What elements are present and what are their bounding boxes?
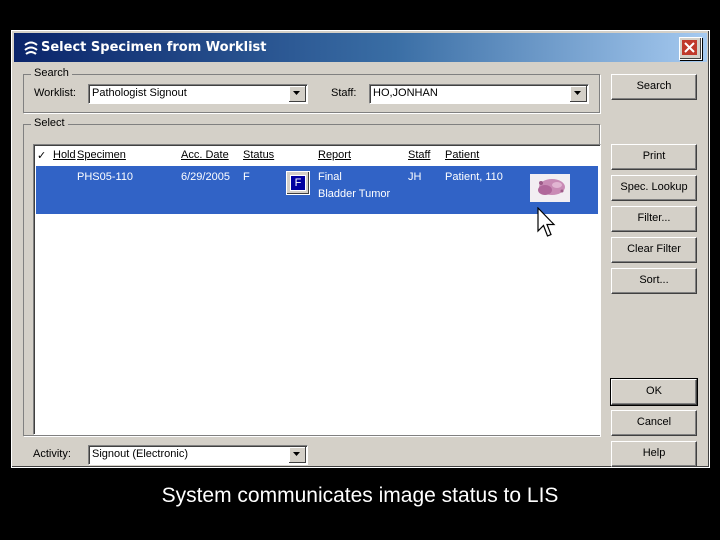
specimen-list[interactable]: ✓ Hold Specimen Acc. Date Status Report … [33,144,601,435]
spec-lookup-button[interactable]: Spec. Lookup [611,175,697,201]
activity-label: Activity: [33,448,71,460]
cell-specimen: PHS05-110 [77,171,134,183]
help-button[interactable]: Help [611,441,697,467]
staff-dropdown[interactable]: HO,JONHAN [369,84,589,104]
title-bar[interactable]: Select Specimen from Worklist [14,33,707,62]
print-button[interactable]: Print [611,144,697,170]
worklist-dropdown[interactable]: Pathologist Signout [88,84,308,104]
header-hold[interactable]: Hold [53,149,76,161]
cell-status: F [243,171,250,183]
activity-value: Signout (Electronic) [92,448,188,460]
slide-caption: System communicates image status to LIS [161,484,559,507]
sort-button[interactable]: Sort... [611,268,697,294]
cell-report-name: Bladder Tumor [318,188,391,200]
chevron-down-icon [293,91,300,95]
header-patient[interactable]: Patient [445,149,479,161]
app-icon [24,41,38,55]
final-status-badge-label: F [290,175,306,191]
worklist-value: Pathologist Signout [92,87,187,99]
staff-label: Staff: [331,87,357,99]
staff-dropdown-arrow[interactable] [570,86,587,102]
ok-button[interactable]: OK [610,378,698,406]
header-check[interactable]: ✓ [37,149,46,162]
mouse-pointer-icon [537,207,556,237]
staff-value: HO,JONHAN [373,87,438,99]
close-icon [682,40,697,55]
worklist-dropdown-arrow[interactable] [289,86,306,102]
table-row[interactable]: PHS05-110 6/29/2005 F F Final Bladder Tu… [36,166,598,214]
header-specimen[interactable]: Specimen [77,149,126,161]
cell-patient: Patient, 110 [445,171,503,183]
select-group-label: Select [31,117,68,129]
final-status-badge: F [286,171,310,195]
header-staff[interactable]: Staff [408,149,430,161]
cell-report-status: Final [318,171,342,183]
activity-dropdown-arrow[interactable] [289,447,306,463]
cell-acc-date: 6/29/2005 [181,171,230,183]
chevron-down-icon [574,91,581,95]
cancel-button[interactable]: Cancel [611,410,697,436]
search-group-label: Search [31,67,72,79]
chevron-down-icon [293,452,300,456]
worklist-dialog: Select Specimen from Worklist Search Wor… [11,30,710,468]
cell-staff: JH [408,171,422,183]
worklist-label: Worklist: [34,87,76,99]
header-acc-date[interactable]: Acc. Date [181,149,229,161]
clear-filter-button[interactable]: Clear Filter [611,237,697,263]
filter-button[interactable]: Filter... [611,206,697,232]
header-report[interactable]: Report [318,149,351,161]
activity-dropdown[interactable]: Signout (Electronic) [88,445,308,465]
search-button[interactable]: Search [611,74,697,100]
tissue-image-icon [538,179,565,195]
header-status[interactable]: Status [243,149,274,161]
tissue-image-thumbnail[interactable] [530,174,570,202]
dialog-title: Select Specimen from Worklist [41,40,267,55]
close-button[interactable] [679,37,702,60]
